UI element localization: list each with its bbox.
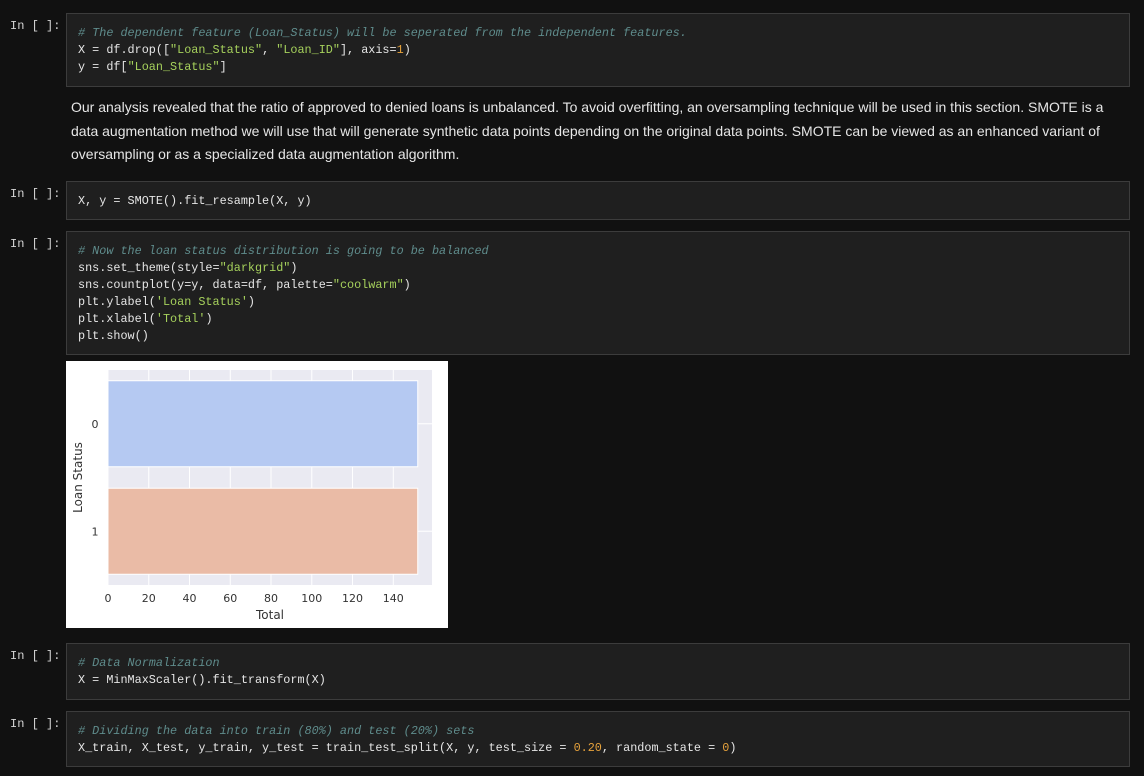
cell-prompt: In [ ]: [10, 649, 61, 663]
code-editor[interactable]: # Dividing the data into train (80%) and… [66, 711, 1130, 767]
code-line: # The dependent feature (Loan_Status) wi… [78, 25, 1118, 42]
code-comment: # Now the loan status distribution is go… [78, 244, 489, 258]
code-token: X = MinMaxScaler().fit_transform(X) [78, 673, 326, 687]
code-string: "darkgrid" [219, 261, 291, 275]
code-token: X_train, X_test, y_train, y_test = train… [78, 741, 574, 755]
code-token: , random_state = [601, 741, 723, 755]
code-line: X = MinMaxScaler().fit_transform(X) [78, 672, 1118, 689]
code-token: ) [403, 43, 411, 57]
y-tick-label: 0 [92, 418, 99, 431]
x-tick-label: 140 [383, 592, 404, 605]
code-token: plt.xlabel( [78, 312, 156, 326]
x-tick-label: 40 [183, 592, 197, 605]
x-tick-label: 20 [142, 592, 156, 605]
x-axis-label: Total [255, 608, 284, 622]
y-tick-label: 1 [92, 525, 99, 538]
code-editor[interactable]: # Data Normalization X = MinMaxScaler().f… [66, 643, 1130, 700]
x-tick-label: 120 [342, 592, 363, 605]
cell-prompt: In [ ]: [10, 19, 61, 33]
code-string: "coolwarm" [332, 278, 404, 292]
code-comment: # Dividing the data into train (80%) and… [78, 724, 475, 738]
code-editor[interactable]: X, y = SMOTE().fit_resample(X, y) [66, 181, 1130, 220]
x-tick-label: 100 [301, 592, 322, 605]
countplot-figure: 0 20 40 60 80 100 120 140 0 1 Total Loan Status [66, 361, 448, 628]
markdown-cell: Our analysis revealed that the ratio of … [71, 99, 1104, 162]
code-string: "Loan_ID" [276, 43, 340, 57]
code-string: 'Loan Status' [155, 295, 248, 309]
code-number: 1 [396, 43, 404, 57]
code-token: X, y = SMOTE().fit_resample(X, y) [78, 194, 312, 208]
code-line: X_train, X_test, y_train, y_test = train… [78, 740, 1118, 757]
code-line: sns.countplot(y=y, data=df, palette="coo… [78, 277, 1118, 294]
code-line: sns.set_theme(style="darkgrid") [78, 260, 1118, 277]
code-token: y = df[ [78, 60, 128, 74]
cell-prompt: In [ ]: [10, 237, 61, 251]
code-line: # Data Normalization [78, 655, 1118, 672]
x-tick-label: 80 [264, 592, 278, 605]
code-line: y = df["Loan_Status"] [78, 59, 1118, 76]
code-token: ] [219, 60, 227, 74]
code-editor[interactable]: # The dependent feature (Loan_Status) wi… [66, 13, 1130, 87]
code-token: ) [729, 741, 737, 755]
code-line: # Now the loan status distribution is go… [78, 243, 1118, 260]
code-line: plt.xlabel('Total') [78, 311, 1118, 328]
code-string: "Loan_Status" [127, 60, 220, 74]
code-line: X, y = SMOTE().fit_resample(X, y) [78, 193, 1118, 210]
code-line: # Dividing the data into train (80%) and… [78, 723, 1118, 740]
code-comment: # Data Normalization [78, 656, 220, 670]
countplot-chart: 0 20 40 60 80 100 120 140 0 1 Total Loan Status [71, 370, 432, 622]
code-token: plt.ylabel( [78, 295, 156, 309]
code-string: 'Total' [155, 312, 206, 326]
code-token: ) [290, 261, 298, 275]
code-token: , [262, 43, 277, 57]
code-comment: # The dependent feature (Loan_Status) wi… [78, 26, 687, 40]
cell-prompt: In [ ]: [10, 717, 61, 731]
code-token: plt.show() [78, 329, 149, 343]
code-editor[interactable]: # Now the loan status distribution is go… [66, 231, 1130, 355]
code-number: 0.20 [573, 741, 602, 755]
code-line: plt.show() [78, 328, 1118, 345]
x-tick-label: 60 [223, 592, 237, 605]
code-string: "Loan_Status" [170, 43, 263, 57]
y-axis-label: Loan Status [71, 442, 85, 513]
code-token: ) [247, 295, 255, 309]
bar-0 [107, 380, 419, 468]
code-token: sns.countplot(y=y, data=df, palette= [78, 278, 333, 292]
x-tick-label: 0 [105, 592, 112, 605]
code-token: sns.set_theme(style= [78, 261, 220, 275]
code-line: plt.ylabel('Loan Status') [78, 294, 1118, 311]
code-token: ) [205, 312, 213, 326]
cell-prompt: In [ ]: [10, 187, 61, 201]
code-token: X = df.drop([ [78, 43, 171, 57]
bar-1 [107, 487, 419, 575]
code-token: ], axis= [339, 43, 397, 57]
code-line: X = df.drop(["Loan_Status", "Loan_ID"], … [78, 42, 1118, 59]
code-token: ) [403, 278, 411, 292]
